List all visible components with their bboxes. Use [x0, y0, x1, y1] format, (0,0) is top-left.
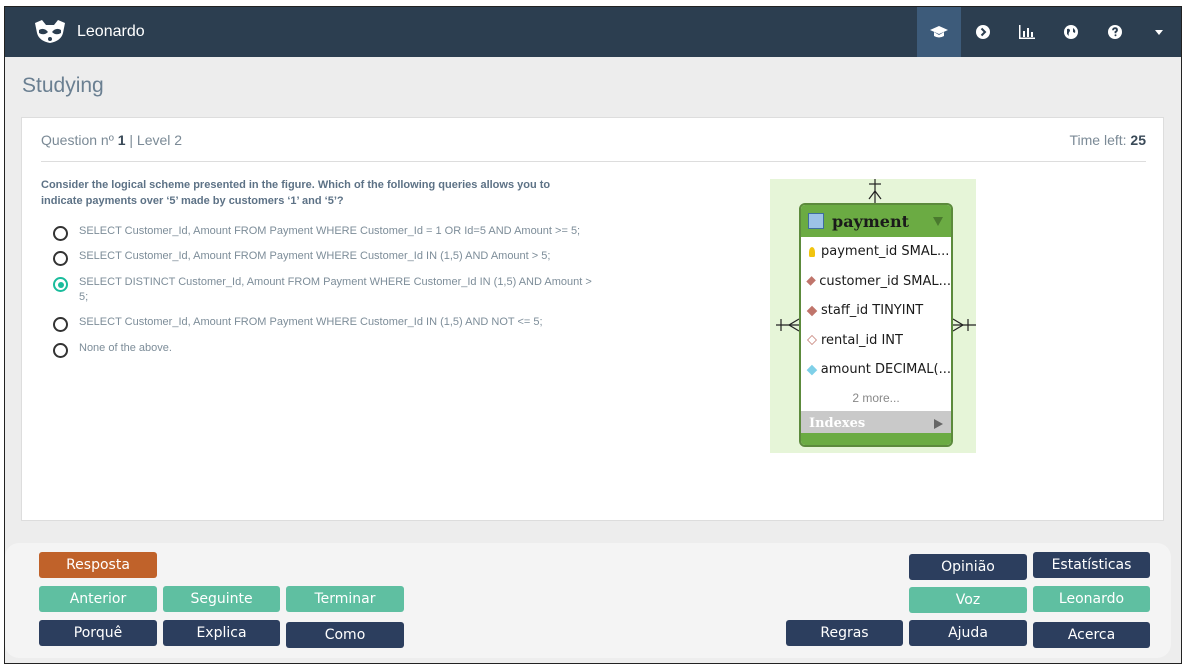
option-text: SELECT DISTINCT Customer_Id, Amount FROM… [79, 276, 592, 303]
nullable-field-icon [807, 335, 817, 346]
question-text: Consider the logical scheme presented in… [41, 179, 551, 207]
field-text: payment_id SMAL... [821, 244, 950, 260]
brand[interactable]: Leonardo [33, 19, 145, 45]
leonardo-button[interactable]: Leonardo [1033, 586, 1150, 612]
time-value: 25 [1130, 132, 1146, 148]
question-circle-icon [1108, 25, 1122, 39]
resposta-button[interactable]: Resposta [39, 552, 157, 578]
ajuda-button[interactable]: Ajuda [909, 620, 1027, 646]
anterior-button[interactable]: Anterior [39, 586, 157, 612]
answer-option[interactable]: None of the above. [53, 341, 593, 358]
column-icon [806, 364, 818, 375]
radio-button[interactable] [53, 226, 68, 241]
question-panel: Question nº 1 | Level 2 Time left: 25 Co… [21, 117, 1164, 521]
option-text: SELECT Customer_Id, Amount FROM Payment … [79, 316, 543, 328]
seguinte-button[interactable]: Seguinte [163, 586, 280, 612]
question-label: Question nº [41, 132, 114, 148]
entity-name: payment [832, 211, 909, 231]
answer-option[interactable]: SELECT Customer_Id, Amount FROM Payment … [53, 315, 593, 332]
collapse-triangle-icon[interactable] [933, 217, 943, 226]
indexes-label: Indexes [809, 416, 866, 431]
option-text: None of the above. [79, 342, 172, 354]
nav-icons [917, 7, 1181, 57]
time-left: Time left: 25 [1069, 132, 1146, 148]
app-name: Leonardo [77, 23, 145, 40]
acerca-button[interactable]: Acerca [1033, 622, 1150, 648]
primary-key-icon [809, 246, 815, 257]
app-frame: Leonardo Studying Question nº 1 | Level … [4, 6, 1182, 664]
option-text: SELECT Customer_Id, Amount FROM Payment … [79, 225, 581, 237]
voz-button[interactable]: Voz [909, 587, 1027, 613]
como-button[interactable]: Como [286, 622, 404, 648]
question-header: Question nº 1 | Level 2 [41, 132, 182, 148]
nav-stats[interactable] [1005, 7, 1049, 57]
raccoon-logo-icon [35, 20, 65, 43]
answer-option[interactable]: SELECT Customer_Id, Amount FROM Payment … [53, 249, 593, 266]
answer-options: SELECT Customer_Id, Amount FROM Payment … [53, 224, 593, 358]
nav-globe[interactable] [1049, 7, 1093, 57]
opiniao-button[interactable]: Opinião [909, 554, 1027, 580]
radio-button-selected[interactable] [53, 277, 68, 292]
payment-entity[interactable]: payment payment_id SMAL... customer_id S… [799, 203, 953, 447]
caret-down-icon [1155, 29, 1163, 35]
regras-button[interactable]: Regras [786, 620, 903, 646]
nav-next[interactable] [961, 7, 1005, 57]
terminar-button[interactable]: Terminar [286, 586, 404, 612]
nav-study[interactable] [917, 7, 961, 57]
foreign-key-icon [806, 276, 816, 287]
er-diagram: payment payment_id SMAL... customer_id S… [770, 179, 976, 453]
radio-button[interactable] [53, 317, 68, 332]
chevron-circle-right-icon [976, 25, 990, 39]
field-text: amount DECIMAL(... [820, 362, 951, 378]
estatisticas-button[interactable]: Estatísticas [1033, 552, 1150, 578]
bar-chart-icon [1019, 25, 1035, 39]
foreign-key-icon [806, 305, 818, 317]
radio-button[interactable] [53, 251, 68, 266]
answer-option[interactable]: SELECT Customer_Id, Amount FROM Payment … [53, 224, 593, 241]
entity-field: payment_id SMAL... [801, 237, 951, 267]
field-text: staff_id TINYINT [821, 303, 924, 319]
entity-field: amount DECIMAL(... [801, 355, 951, 385]
expand-triangle-icon [934, 418, 943, 429]
explica-button[interactable]: Explica [163, 620, 280, 646]
entity-footer [801, 433, 951, 445]
table-icon [808, 213, 824, 229]
nav-dropdown[interactable] [1137, 7, 1181, 57]
porque-button[interactable]: Porquê [39, 620, 157, 646]
time-label: Time left: [1069, 132, 1127, 148]
navbar: Leonardo [5, 7, 1181, 57]
graduation-cap-icon [930, 26, 948, 38]
entity-field: customer_id SMAL... [801, 267, 951, 297]
nav-help[interactable] [1093, 7, 1137, 57]
button-area: Resposta Anterior Seguinte Terminar Porq… [5, 543, 1171, 658]
entity-field: rental_id INT [801, 326, 951, 356]
globe-icon [1064, 25, 1078, 39]
answer-option[interactable]: SELECT DISTINCT Customer_Id, Amount FROM… [53, 275, 593, 305]
radio-button[interactable] [53, 343, 68, 358]
page-title: Studying [22, 74, 104, 97]
divider [41, 161, 1146, 162]
option-text: SELECT Customer_Id, Amount FROM Payment … [79, 250, 551, 262]
entity-field: staff_id TINYINT [801, 296, 951, 326]
field-text: customer_id SMAL... [819, 273, 951, 289]
question-number: 1 [117, 132, 126, 148]
more-fields[interactable]: 2 more... [801, 385, 951, 411]
question-level: | Level 2 [129, 132, 183, 148]
entity-header: payment [801, 205, 951, 237]
field-text: rental_id INT [821, 332, 903, 348]
